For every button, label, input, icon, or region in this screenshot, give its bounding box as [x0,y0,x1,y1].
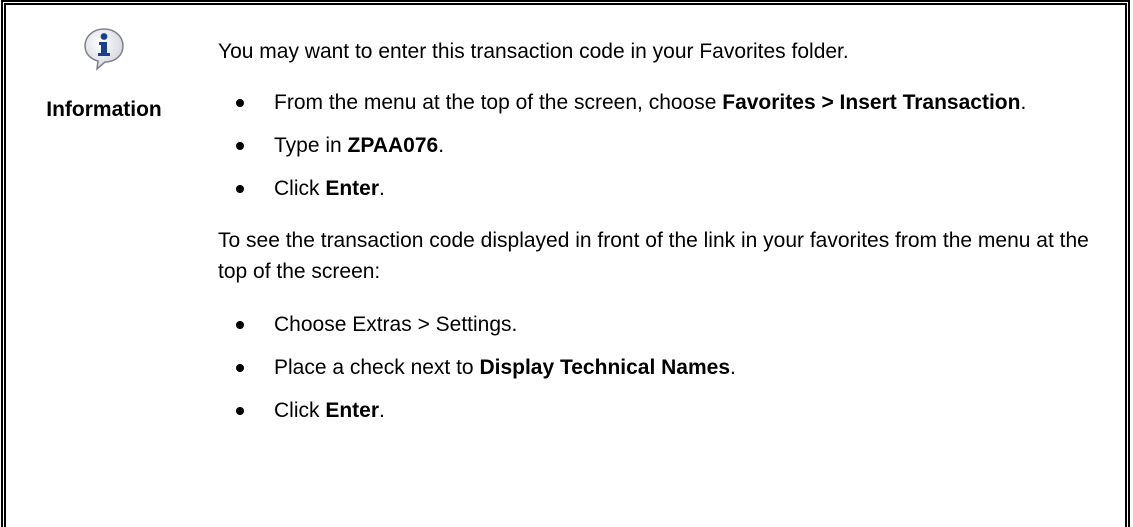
steps-list-2: Choose Extras > Settings. Place a check … [218,309,1098,426]
steps-list-1: From the menu at the top of the screen, … [218,87,1098,204]
list-item: Place a check next to Display Technical … [218,352,1098,383]
intro-text: You may want to enter this transaction c… [218,40,849,63]
step-text-end: . [379,399,385,422]
step-text: Choose Extras > Settings. [274,313,518,336]
list-item: Click Enter. [218,395,1098,426]
bullet [236,99,244,107]
bullet [236,142,244,150]
list-item: From the menu at the top of the screen, … [218,87,1098,118]
step-text: Click [274,177,326,200]
information-callout: Information You may want to enter this t… [1,0,1130,527]
step-text-end: . [730,356,736,379]
list-item: Choose Extras > Settings. [218,309,1098,340]
step-bold: Favorites > Insert Transaction [722,91,1021,114]
step-text: Click [274,399,326,422]
bullet [236,407,244,415]
information-label: Information [46,98,162,121]
list-item: Click Enter. [218,173,1098,204]
step-bold: Enter [325,399,380,422]
information-icon [84,28,124,71]
bullet [236,321,244,329]
list-item: Type in ZPAA076. [218,130,1098,161]
step-text-end: . [438,134,445,157]
step-text: Type in [274,134,348,157]
step-bold: Enter [325,177,380,200]
step-text-end: . [379,177,385,200]
second-paragraph: To see the transaction code displayed in… [218,229,1089,283]
callout-sidebar: Information [6,5,200,527]
step-bold: Display Technical Names [479,356,731,379]
step-bold: ZPAA076 [347,134,439,157]
step-text-end: . [1020,91,1027,114]
step-text: From the menu at the top of the screen, … [274,91,723,114]
step-text: Place a check next to [274,356,480,379]
callout-content: You may want to enter this transaction c… [218,36,1098,438]
bullet [236,185,244,193]
bullet [236,364,244,372]
